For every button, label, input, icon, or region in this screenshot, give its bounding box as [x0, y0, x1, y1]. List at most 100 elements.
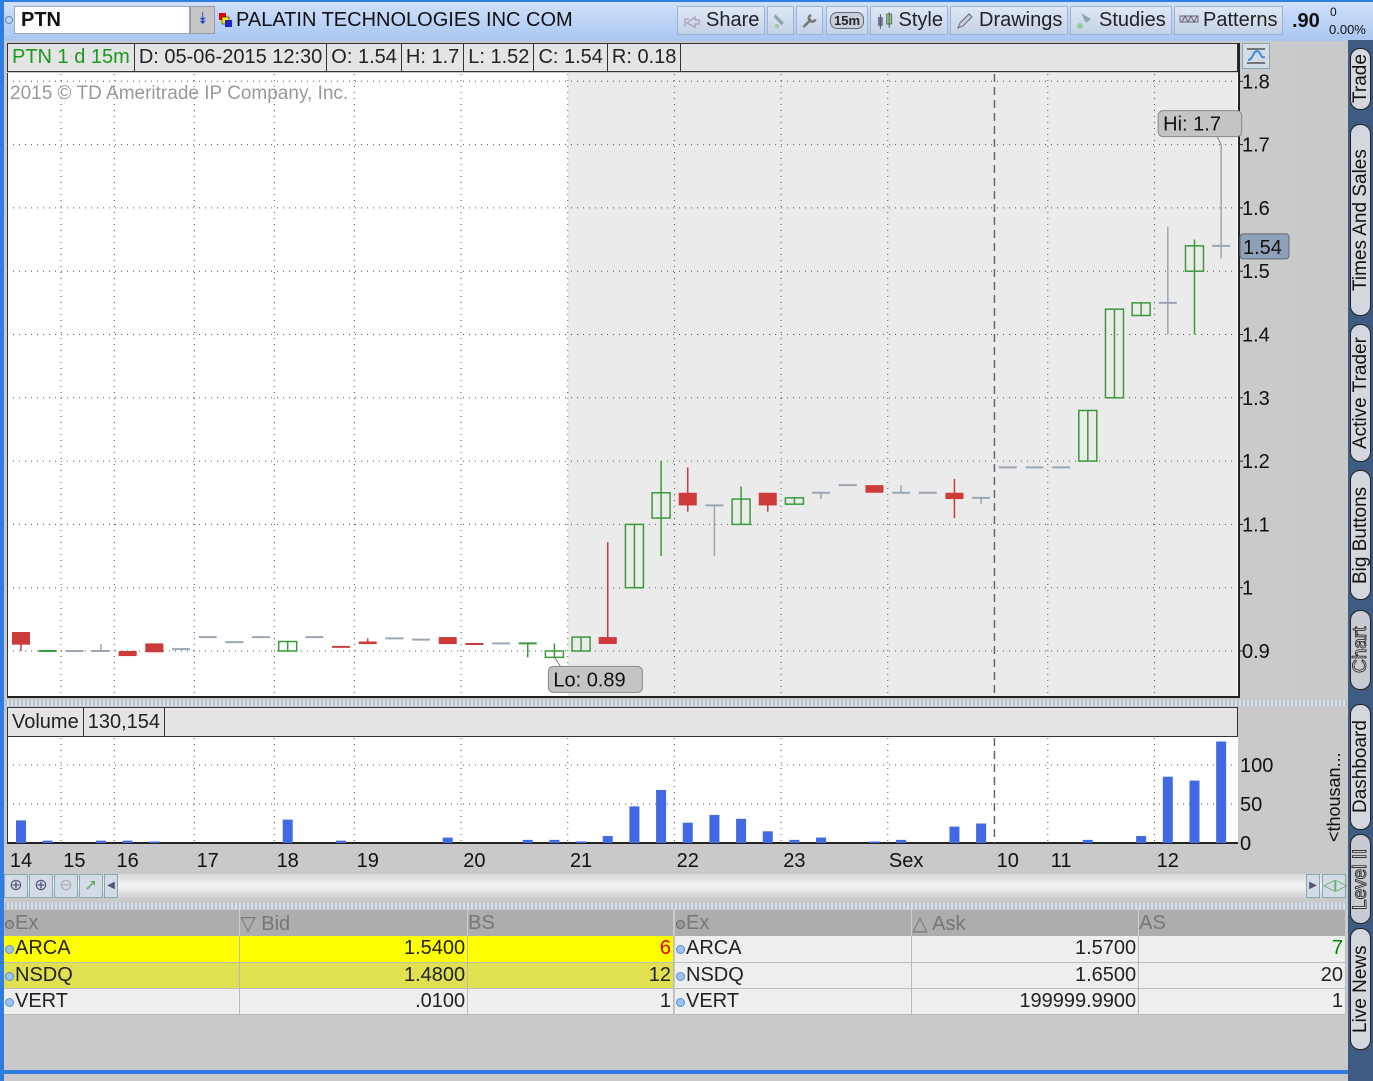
x-axis-label: 12	[1157, 850, 1179, 872]
pan-button[interactable]: ⊕	[4, 874, 28, 898]
company-logo-icon	[219, 13, 232, 27]
crosshair-icon: ⊕	[9, 877, 23, 894]
table-row[interactable]: NSDQ 1.6500 20	[675, 962, 1346, 989]
volume-unit-label: <thousan...	[1324, 752, 1344, 842]
sidebar-tab-level-ii[interactable]: Level II	[1350, 834, 1372, 924]
net-change: 0	[1330, 5, 1337, 19]
volume-chart[interactable]	[7, 737, 1238, 844]
style-label: Style	[898, 9, 943, 31]
bid-price-header[interactable]: ▽ Bid	[239, 910, 469, 936]
interval-label: 15m	[829, 12, 865, 29]
bar-close: C: 1.54	[534, 44, 608, 71]
sidebar-tab-active-trader[interactable]: Active Trader	[1350, 324, 1371, 462]
status-dot-icon	[676, 997, 685, 1007]
chart-navigation-bar	[4, 874, 1346, 898]
symbol-input[interactable]: PTN	[14, 6, 190, 34]
patterns-button[interactable]: Patterns	[1174, 6, 1283, 35]
x-axis-label: 20	[463, 850, 485, 872]
share-button[interactable]: Share	[677, 6, 765, 35]
symbol-dropdown-button[interactable]: ⯯	[190, 6, 215, 34]
bar-low: L: 1.52	[464, 44, 535, 71]
table-row[interactable]: ARCA 1.5700 7	[675, 936, 1346, 963]
pencil-icon	[957, 12, 973, 29]
share-label: Share	[706, 9, 760, 31]
interval-button[interactable]: 15m	[826, 6, 868, 35]
bar-high: H: 1.7	[402, 44, 465, 71]
sidebar-tab-trade[interactable]: Trade	[1350, 48, 1371, 110]
drop-icon-button[interactable]	[767, 6, 794, 35]
zoom-out-button[interactable]: ⊖	[54, 874, 78, 898]
volume-tick-label: 100	[1240, 755, 1273, 777]
flask-icon	[1077, 12, 1091, 29]
table-row[interactable]: ARCA 1.5400 6	[4, 936, 674, 963]
drawings-button[interactable]: Drawings	[950, 6, 1068, 35]
bar-range: R: 0.18	[608, 44, 682, 71]
window-left-border	[0, 0, 4, 1081]
ask-ex-header[interactable]: Ex	[675, 910, 913, 936]
x-axis-label: 11	[1051, 850, 1072, 872]
studies-button[interactable]: Studies	[1070, 6, 1172, 35]
bid-size-header[interactable]: BS	[467, 910, 674, 936]
volume-label[interactable]: Volume	[8, 708, 84, 736]
price-axis[interactable]	[1238, 43, 1292, 698]
volume-tick-label: 50	[1240, 794, 1262, 816]
chart-name[interactable]: PTN 1 d 15m	[8, 44, 135, 71]
x-axis-label: 17	[197, 850, 219, 872]
dropper-icon	[773, 13, 784, 28]
studies-label: Studies	[1099, 9, 1166, 31]
x-axis-label: 16	[117, 850, 139, 872]
candlestick-icon	[877, 11, 893, 29]
status-dot-icon	[676, 971, 685, 981]
ask-price-header[interactable]: △ Ask	[911, 910, 1140, 936]
sidebar-tab-big-buttons[interactable]: Big Buttons	[1350, 470, 1371, 600]
bar-date: D: 05-06-2015 12:30	[135, 44, 328, 71]
patterns-label: Patterns	[1203, 9, 1278, 31]
x-axis-label: 21	[570, 850, 592, 872]
link-radio[interactable]	[5, 16, 13, 24]
sidebar-gadgets: Trade Times And Sales Active Trader Big …	[1348, 40, 1373, 1081]
status-dot-icon	[5, 997, 14, 1007]
company-name: PALATIN TECHNOLOGIES INC COM	[236, 9, 573, 31]
zoom-in-button[interactable]: ⊕	[29, 874, 53, 898]
scroll-left-button[interactable]: ◀	[104, 874, 118, 898]
x-axis-label: Sex	[889, 850, 923, 872]
sidebar-tab-chart[interactable]: Chart	[1350, 610, 1372, 690]
table-row[interactable]: VERT .0100 1	[4, 988, 674, 1015]
bar-open: O: 1.54	[327, 44, 402, 71]
sidebar-tab-live-news[interactable]: Live News	[1350, 928, 1371, 1050]
ask-size-header[interactable]: AS	[1138, 910, 1346, 936]
chart-header: PTN 1 d 15m D: 05-06-2015 12:30 O: 1.54 …	[7, 43, 1238, 72]
pane-splitter[interactable]	[5, 700, 1347, 706]
zoom-out-icon: ⊖	[59, 877, 73, 894]
ask-table: Ex △ Ask AS ARCA 1.5700 7 NSDQ 1.6500 20 VERT 1…	[675, 910, 1346, 1015]
table-row[interactable]: VERT 199999.9900 1	[675, 988, 1346, 1015]
right-arrow-icon: ▶	[1309, 880, 1317, 891]
extended-session-shade	[568, 73, 1237, 696]
cursor-arrow-icon: ➚	[84, 877, 98, 894]
volume-tick-label: 0	[1240, 833, 1251, 855]
sidebar-tab-times-and-sales[interactable]: Times And Sales	[1350, 124, 1371, 316]
last-price: .90	[1292, 10, 1320, 32]
table-row[interactable]: NSDQ 1.4800 12	[4, 962, 674, 989]
x-axis-label: 19	[357, 850, 379, 872]
drawings-label: Drawings	[979, 9, 1063, 31]
percent-change: 0.00%	[1329, 22, 1366, 37]
wrench-icon	[802, 13, 817, 28]
studies-toggle-button[interactable]	[1242, 43, 1270, 69]
status-dot-icon	[676, 945, 685, 955]
pane-splitter[interactable]	[5, 903, 1347, 909]
cursor-button[interactable]: ➚	[79, 874, 103, 898]
patterns-icon	[1179, 14, 1199, 23]
window-bottom-border	[0, 1070, 1348, 1081]
study-curve-icon	[1247, 48, 1266, 64]
expand-button[interactable]: ◁▷	[1322, 874, 1348, 898]
expand-arrows-icon: ◁▷	[1323, 877, 1348, 894]
scroll-right-button[interactable]: ▶	[1306, 874, 1320, 898]
bid-ex-header[interactable]: Ex	[4, 910, 241, 936]
x-axis-label: 15	[63, 850, 85, 872]
sidebar-tab-dashboard[interactable]: Dashboard	[1350, 704, 1371, 830]
x-axis-label: 23	[783, 850, 805, 872]
settings-button[interactable]	[796, 6, 823, 35]
style-button[interactable]: Style	[870, 6, 948, 35]
x-axis-label: 10	[997, 850, 1019, 872]
